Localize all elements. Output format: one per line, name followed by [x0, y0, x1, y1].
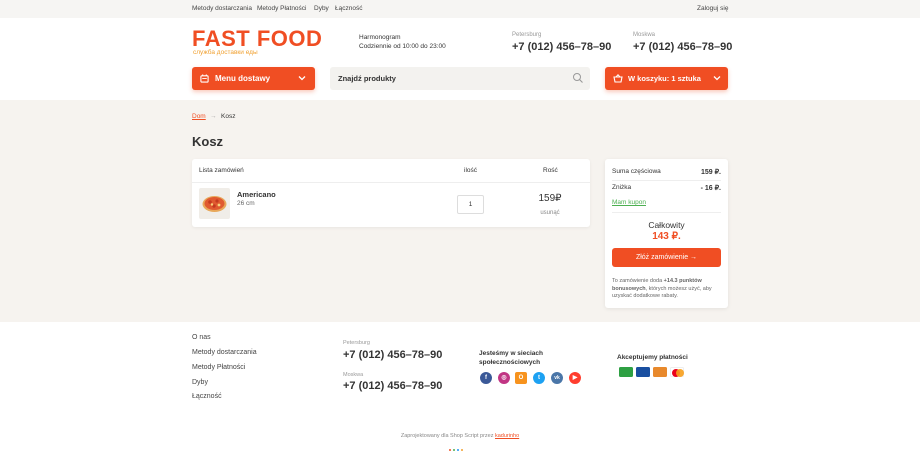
- footer-link-dyby[interactable]: Dyby: [192, 379, 208, 386]
- search-input[interactable]: Znajdź produkty: [330, 67, 590, 90]
- cart-button[interactable]: W koszyku: 1 sztuka: [605, 67, 728, 90]
- login-link[interactable]: Zaloguj się: [697, 5, 728, 12]
- footer-link-about[interactable]: O nas: [192, 334, 211, 341]
- dot: [457, 449, 459, 451]
- footer-phone[interactable]: +7 (012) 456–78–90: [343, 380, 442, 392]
- place-order-button[interactable]: Złóż zamówienie →: [612, 248, 721, 267]
- instagram-icon[interactable]: ◎: [498, 372, 510, 384]
- footer-link-payment[interactable]: Metody Płatności: [192, 364, 245, 371]
- menu-book-icon: [200, 74, 209, 83]
- credit-link[interactable]: kadurinho: [495, 433, 519, 439]
- breadcrumb-home[interactable]: Dom: [192, 113, 206, 120]
- footer-city: Petersburg: [343, 340, 370, 346]
- order-summary: Suma częściowa 159 ₽. Zniżka - 16 ₽. Mam…: [605, 159, 728, 308]
- column-header-list: Lista zamówień: [199, 167, 244, 174]
- vk-icon[interactable]: vk: [551, 372, 563, 384]
- contact-phone[interactable]: +7 (012) 456–78–90: [512, 41, 611, 53]
- menu-button[interactable]: Menu dostawy: [192, 67, 315, 90]
- footer-phone[interactable]: +7 (012) 456–78–90: [343, 349, 442, 361]
- divider: [612, 180, 721, 181]
- dot: [461, 449, 463, 451]
- subtotal-value: 159 ₽.: [700, 169, 721, 176]
- card-icon: [653, 367, 667, 377]
- top-link-dyby[interactable]: Dyby: [314, 5, 329, 12]
- breadcrumb-arrow: →: [210, 113, 217, 120]
- product-image[interactable]: [199, 188, 230, 219]
- dot: [449, 449, 451, 451]
- payment-title: Akceptujemy płatności: [617, 354, 688, 361]
- mir-card-icon: [619, 367, 633, 377]
- loading-dots: [448, 444, 464, 453]
- column-header-qty: ilość: [464, 167, 478, 174]
- schedule-title: Harmonogram: [359, 34, 401, 41]
- page-title: Kosz: [192, 134, 224, 149]
- contact-city: Petersburg: [512, 32, 542, 38]
- contact-phone[interactable]: +7 (012) 456–78–90: [633, 41, 732, 53]
- coupon-link[interactable]: Mam kupon: [612, 199, 646, 206]
- twitter-icon[interactable]: t: [533, 372, 545, 384]
- column-header-price: Rość: [543, 167, 558, 174]
- chevron-down-icon: [713, 76, 721, 81]
- search-icon[interactable]: [572, 72, 584, 84]
- mastercard-icon: [670, 367, 684, 377]
- top-link-payment[interactable]: Metody Płatności: [257, 5, 307, 12]
- divider: [612, 212, 721, 213]
- bonus-text: To zamówienie doda: [612, 278, 664, 284]
- total-value: 143 ₽.: [652, 231, 681, 242]
- discount-label: Zniżka: [612, 184, 632, 191]
- menu-button-label: Menu dostawy: [215, 74, 271, 83]
- subtotal-label: Suma częściowa: [612, 168, 661, 175]
- facebook-icon[interactable]: f: [480, 372, 492, 384]
- top-link-delivery[interactable]: Metody dostarczania: [192, 5, 252, 12]
- remove-link[interactable]: usunąć: [532, 210, 568, 216]
- top-link-contact[interactable]: Łączność: [335, 5, 362, 12]
- cart-button-label: W koszyku: 1 sztuka: [628, 74, 701, 83]
- total-label: Całkowity: [648, 220, 685, 230]
- dot: [453, 449, 455, 451]
- chevron-down-icon: [298, 76, 306, 81]
- credit-line: Zaprojektowany dla Shop Script przez kad…: [0, 433, 920, 439]
- contact-city: Moskwa: [633, 32, 656, 38]
- credit-text: Zaprojektowany dla Shop Script przez: [400, 433, 495, 439]
- youtube-icon[interactable]: ▶: [569, 372, 581, 384]
- product-size: 26 cm: [237, 200, 255, 207]
- search-placeholder: Znajdź produkty: [338, 74, 396, 83]
- odnoklassniki-icon[interactable]: O: [515, 372, 527, 384]
- cart-table: Lista zamówień ilość Rość Americano 26 c…: [192, 159, 590, 227]
- top-bar: [0, 0, 920, 18]
- footer-link-delivery[interactable]: Metody dostarczania: [192, 349, 257, 356]
- breadcrumb-current: Kosz: [221, 113, 236, 120]
- product-name[interactable]: Americano: [237, 190, 276, 199]
- quantity-input[interactable]: 1: [457, 195, 484, 214]
- discount-value: - 16 ₽.: [700, 185, 721, 192]
- visa-card-icon: [636, 367, 650, 377]
- schedule-value: Codziennie od 10:00 do 23:00: [359, 43, 446, 50]
- product-price: 159₽: [538, 193, 562, 204]
- footer-link-contact[interactable]: Łączność: [192, 393, 222, 400]
- basket-icon: [613, 74, 623, 83]
- divider: [192, 182, 590, 183]
- social-title: Jesteśmy w sieciach społecznościowych: [479, 350, 543, 366]
- bonus-info: To zamówienie doda +14.3 punktów bonusow…: [612, 278, 722, 301]
- footer-city: Moskwa: [343, 372, 364, 378]
- logo-tagline: служба доставки еды: [193, 49, 258, 56]
